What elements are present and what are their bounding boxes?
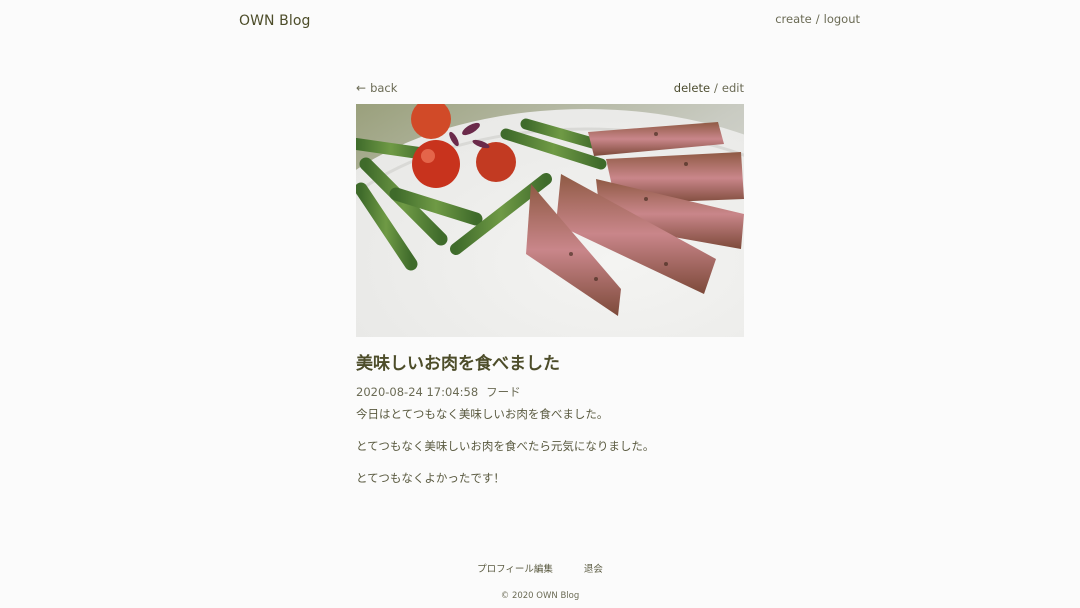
post-image <box>356 104 744 337</box>
blog-post-page: OWN Blog create / logout ← back delete / edi… <box>0 0 1080 608</box>
post-meta: 2020-08-24 17:04:58 フード <box>356 384 744 400</box>
footer-links: プロフィール編集 退会 <box>0 561 1080 575</box>
logout-link[interactable]: logout <box>824 12 860 26</box>
site-logo[interactable]: OWN Blog <box>239 13 311 29</box>
post-title: 美味しいお肉を食べました <box>356 354 560 374</box>
copyright: © 2020 OWN Blog <box>500 591 580 601</box>
withdraw-link[interactable]: 退会 <box>584 564 603 575</box>
post-paragraph: とてつもなくよかったです！ <box>356 471 505 485</box>
action-separator: / <box>714 81 718 95</box>
delete-link[interactable]: delete <box>674 81 710 95</box>
header-nav: create / logout <box>775 12 860 26</box>
post-category[interactable]: フード <box>486 385 521 399</box>
post-body: 今日はとてつもなく美味しいお肉を食べました。 とてつもなく美味しいお肉を食べたら… <box>356 406 744 487</box>
post-action-bar: ← back delete / edit <box>356 80 744 96</box>
arrow-left-icon: ← <box>356 81 367 95</box>
post-datetime: 2020-08-24 17:04:58 <box>356 385 479 399</box>
edit-link[interactable]: edit <box>722 81 744 95</box>
post-edit-actions: delete / edit <box>674 81 744 95</box>
create-link[interactable]: create <box>775 12 812 26</box>
profile-edit-link[interactable]: プロフィール編集 <box>477 564 553 575</box>
back-label: back <box>370 81 398 95</box>
post-paragraph: とてつもなく美味しいお肉を食べたら元気になりました。 <box>356 439 655 453</box>
post-container: ← back delete / edit 美味しいお肉を食べました 2020-0… <box>356 80 744 502</box>
post-paragraph: 今日はとてつもなく美味しいお肉を食べました。 <box>356 407 609 421</box>
back-link[interactable]: ← back <box>356 81 397 95</box>
nav-separator: / <box>815 12 820 26</box>
